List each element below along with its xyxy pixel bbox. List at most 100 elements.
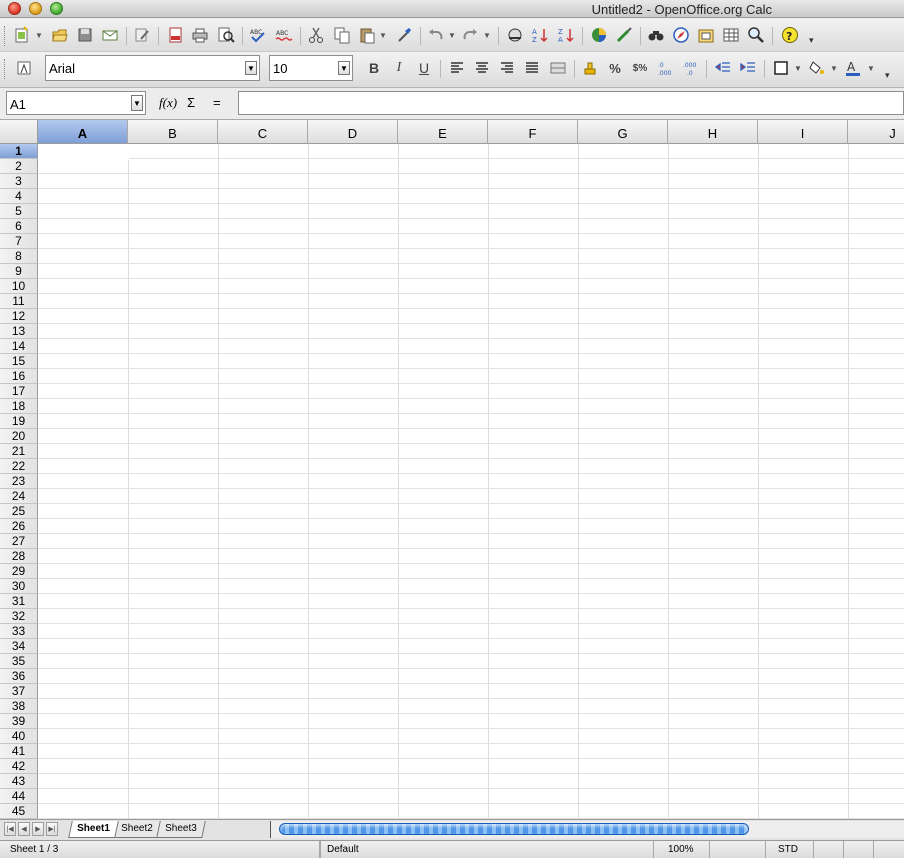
next-sheet-icon[interactable]: ▶ <box>32 822 44 836</box>
font-name-combobox[interactable]: Arial ▼ <box>45 55 260 81</box>
new-icon[interactable] <box>12 25 32 45</box>
sum-button[interactable]: Σ <box>187 95 195 110</box>
add-decimal-icon[interactable]: .0.000 <box>655 58 675 78</box>
styles-formatting-icon[interactable] <box>14 58 34 78</box>
row-header-4[interactable]: 4 <box>0 189 38 204</box>
currency-format-icon[interactable] <box>580 58 600 78</box>
row-header-9[interactable]: 9 <box>0 264 38 279</box>
sort-ascending-icon[interactable]: AZ <box>530 25 550 45</box>
row-header-40[interactable]: 40 <box>0 729 38 744</box>
sort-descending-icon[interactable]: ZA <box>556 25 576 45</box>
row-header-23[interactable]: 23 <box>0 474 38 489</box>
row-header-26[interactable]: 26 <box>0 519 38 534</box>
column-header-e[interactable]: E <box>398 120 488 144</box>
row-header-14[interactable]: 14 <box>0 339 38 354</box>
horizontal-scrollbar-thumb[interactable] <box>279 823 749 835</box>
column-header-c[interactable]: C <box>218 120 308 144</box>
number-format-icon[interactable]: $% <box>630 58 650 78</box>
sheet-tab-sheet2[interactable]: Sheet2 <box>112 821 162 838</box>
row-header-2[interactable]: 2 <box>0 159 38 174</box>
row-header-39[interactable]: 39 <box>0 714 38 729</box>
insert-mode[interactable] <box>710 841 766 858</box>
row-header-22[interactable]: 22 <box>0 459 38 474</box>
row-header-36[interactable]: 36 <box>0 669 38 684</box>
horizontal-scrollbar[interactable] <box>270 821 904 838</box>
row-header-3[interactable]: 3 <box>0 174 38 189</box>
name-box-dropdown-icon[interactable]: ▼ <box>131 95 143 111</box>
row-header-6[interactable]: 6 <box>0 219 38 234</box>
row-header-29[interactable]: 29 <box>0 564 38 579</box>
row-header-20[interactable]: 20 <box>0 429 38 444</box>
selection-mode[interactable]: STD <box>766 841 814 858</box>
select-all-corner[interactable] <box>0 120 38 144</box>
column-header-h[interactable]: H <box>668 120 758 144</box>
sheet-tab-sheet1[interactable]: Sheet1 <box>68 821 119 838</box>
open-icon[interactable] <box>50 25 70 45</box>
row-header-7[interactable]: 7 <box>0 234 38 249</box>
clone-formatting-icon[interactable] <box>394 25 414 45</box>
navigator-icon[interactable] <box>671 25 691 45</box>
cut-icon[interactable] <box>306 25 326 45</box>
percent-format-icon[interactable]: % <box>605 58 625 78</box>
row-header-8[interactable]: 8 <box>0 249 38 264</box>
row-header-45[interactable]: 45 <box>0 804 38 819</box>
row-header-1[interactable]: 1 <box>0 144 38 159</box>
draw-functions-icon[interactable] <box>614 25 634 45</box>
row-header-12[interactable]: 12 <box>0 309 38 324</box>
page-style[interactable]: Default <box>320 841 654 858</box>
copy-icon[interactable] <box>332 25 352 45</box>
datasources-icon[interactable] <box>721 25 741 45</box>
row-header-24[interactable]: 24 <box>0 489 38 504</box>
italic-button[interactable]: I <box>389 58 409 78</box>
row-header-28[interactable]: 28 <box>0 549 38 564</box>
align-center-icon[interactable] <box>472 58 492 78</box>
column-header-i[interactable]: I <box>758 120 848 144</box>
row-header-43[interactable]: 43 <box>0 774 38 789</box>
email-icon[interactable] <box>100 25 120 45</box>
row-header-42[interactable]: 42 <box>0 759 38 774</box>
font-name-dropdown-icon[interactable]: ▼ <box>245 61 257 75</box>
align-left-icon[interactable] <box>447 58 467 78</box>
row-header-31[interactable]: 31 <box>0 594 38 609</box>
row-header-10[interactable]: 10 <box>0 279 38 294</box>
name-box[interactable]: A1 ▼ <box>6 91 146 115</box>
spellcheck-icon[interactable]: ABC <box>248 25 268 45</box>
autospellcheck-icon[interactable]: ABC <box>274 25 294 45</box>
toolbar-grip-icon[interactable] <box>4 59 7 79</box>
row-header-18[interactable]: 18 <box>0 399 38 414</box>
column-header-d[interactable]: D <box>308 120 398 144</box>
bold-button[interactable]: B <box>364 58 384 78</box>
function-button[interactable]: = <box>213 95 221 110</box>
column-header-b[interactable]: B <box>128 120 218 144</box>
help-icon[interactable]: ? <box>780 25 800 45</box>
toolbar-grip-icon[interactable] <box>4 26 7 46</box>
row-header-19[interactable]: 19 <box>0 414 38 429</box>
undo-icon[interactable] <box>426 25 446 45</box>
row-header-32[interactable]: 32 <box>0 609 38 624</box>
font-color-icon[interactable]: A <box>843 58 863 78</box>
row-header-27[interactable]: 27 <box>0 534 38 549</box>
export-pdf-icon[interactable] <box>166 25 186 45</box>
row-header-13[interactable]: 13 <box>0 324 38 339</box>
redo-icon[interactable] <box>460 25 480 45</box>
column-header-a[interactable]: A <box>38 120 128 144</box>
font-color-dropdown[interactable]: ▼ <box>867 58 875 78</box>
background-color-dropdown[interactable]: ▼ <box>830 58 838 78</box>
column-header-f[interactable]: F <box>488 120 578 144</box>
spreadsheet-grid[interactable]: A B C D E F G H I J 1 2 3 4 5 6 7 8 9 10 11 12 13 14 15 16 17 18 19 2… <box>0 120 904 819</box>
paste-dropdown[interactable]: ▼ <box>379 25 387 45</box>
merge-cells-icon[interactable] <box>548 58 568 78</box>
sheet-tab-sheet3[interactable]: Sheet3 <box>156 821 206 838</box>
undo-dropdown[interactable]: ▼ <box>448 25 456 45</box>
new-dropdown[interactable]: ▼ <box>35 25 43 45</box>
gallery-icon[interactable] <box>696 25 716 45</box>
font-size-combobox[interactable]: 10 ▼ <box>269 55 353 81</box>
page-preview-icon[interactable] <box>216 25 236 45</box>
row-header-11[interactable]: 11 <box>0 294 38 309</box>
row-header-44[interactable]: 44 <box>0 789 38 804</box>
decrease-indent-icon[interactable] <box>713 58 733 78</box>
row-header-30[interactable]: 30 <box>0 579 38 594</box>
column-header-g[interactable]: G <box>578 120 668 144</box>
row-header-16[interactable]: 16 <box>0 369 38 384</box>
font-size-dropdown-icon[interactable]: ▼ <box>338 61 350 75</box>
